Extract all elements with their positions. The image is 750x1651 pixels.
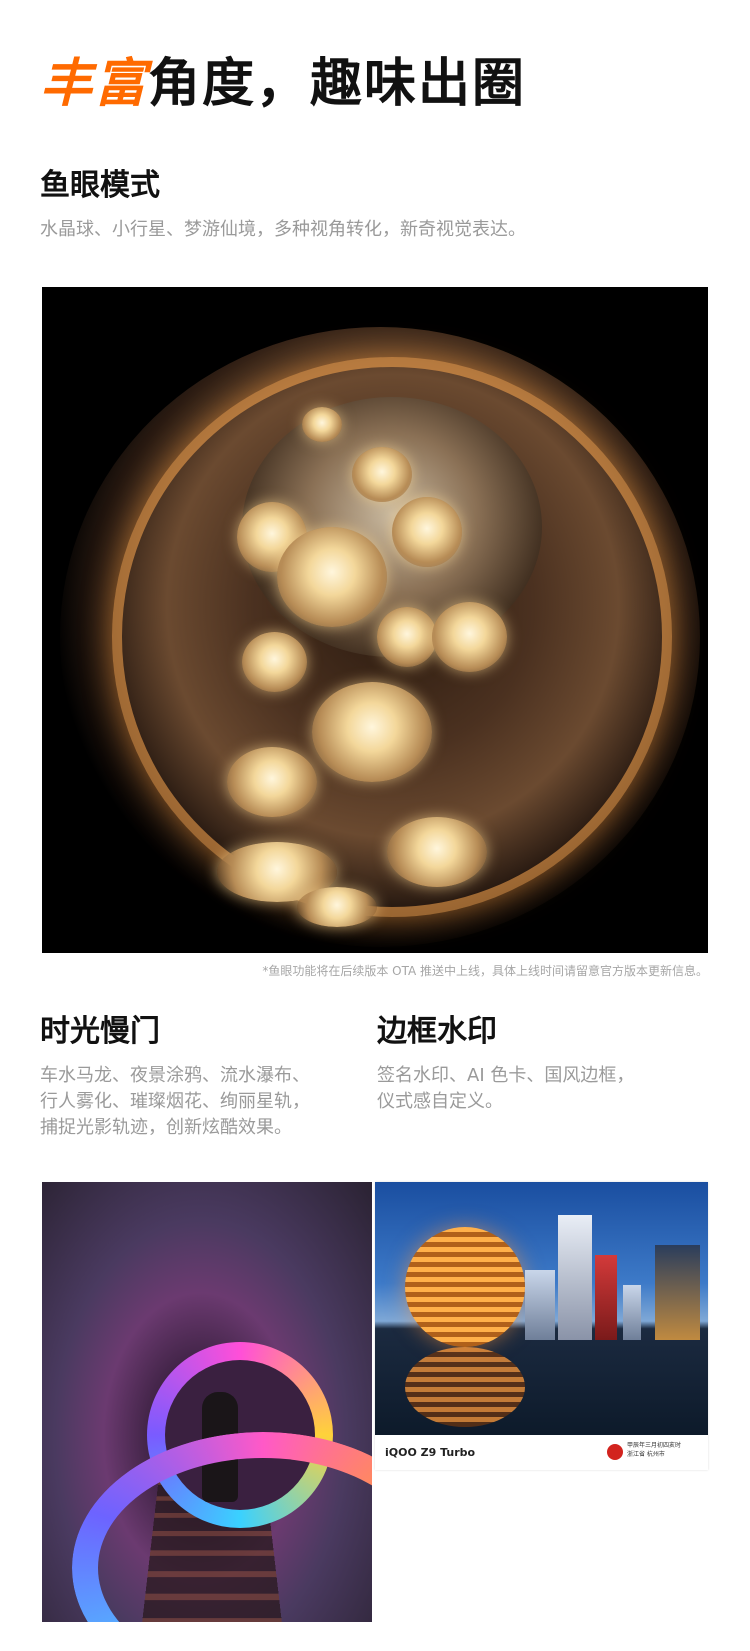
chandelier-lamp bbox=[242, 632, 307, 692]
chandelier-lamp bbox=[352, 447, 412, 502]
headline-rest: 角度，趣味出圈 bbox=[148, 54, 527, 114]
watermark-desc: 签名水印、AI 色卡、国风边框， 仪式感自定义。 bbox=[377, 1063, 634, 1115]
watermark-bar: iQOO Z9 Turbo 甲辰年三月初四亥时 浙江省 杭州市 bbox=[375, 1435, 708, 1470]
phone-brand-label: iQOO Z9 Turbo bbox=[385, 1446, 476, 1459]
watermark-desc-line: 签名水印、AI 色卡、国风边框， bbox=[377, 1065, 635, 1086]
city-night-scene bbox=[375, 1182, 708, 1435]
chandelier-lamp bbox=[432, 602, 507, 672]
skyscraper bbox=[595, 1255, 617, 1340]
watermark-info: 甲辰年三月初四亥时 浙江省 杭州市 bbox=[627, 1441, 681, 1459]
light-trail-arc bbox=[72, 1432, 372, 1622]
red-seal-icon bbox=[607, 1444, 623, 1460]
fisheye-footnote: *鱼眼功能将在后续版本 OTA 推送中上线，具体上线时间请留意官方版本更新信息。 bbox=[262, 964, 708, 978]
page-headline: 丰富角度，趣味出圈 bbox=[40, 52, 526, 116]
headline-accent: 丰富 bbox=[40, 54, 149, 114]
skyscraper bbox=[525, 1270, 555, 1340]
long-exposure-desc: 车水马龙、夜景涂鸦、流水瀑布、 行人雾化、璀璨烟花、绚丽星轨， 捕捉光影轨迹，创… bbox=[40, 1063, 310, 1141]
fisheye-desc: 水晶球、小行星、梦游仙境，多种视角转化，新奇视觉表达。 bbox=[40, 219, 526, 240]
golden-sphere-building bbox=[405, 1227, 525, 1347]
watermark-desc-line: 仪式感自定义。 bbox=[377, 1091, 503, 1112]
chandelier-lamp bbox=[297, 887, 377, 927]
chandelier-lamp bbox=[312, 682, 432, 782]
long-exposure-title: 时光慢门 bbox=[40, 1014, 160, 1049]
watermark-info-line: 浙江省 杭州市 bbox=[627, 1451, 665, 1458]
skyscraper bbox=[558, 1215, 592, 1340]
sphere-reflection bbox=[405, 1347, 525, 1427]
long-exposure-desc-line: 车水马龙、夜景涂鸦、流水瀑布、 bbox=[40, 1065, 310, 1086]
skyscraper bbox=[623, 1285, 641, 1340]
chandelier-lamp bbox=[302, 407, 342, 442]
long-exposure-desc-line: 行人雾化、璀璨烟花、绚丽星轨， bbox=[40, 1091, 310, 1112]
skyscraper bbox=[655, 1245, 700, 1340]
chandelier-lamp bbox=[392, 497, 462, 567]
long-exposure-desc-line: 捕捉光影轨迹，创新炫酷效果。 bbox=[40, 1117, 292, 1138]
fisheye-title: 鱼眼模式 bbox=[40, 168, 160, 203]
watermark-info-line: 甲辰年三月初四亥时 bbox=[627, 1442, 682, 1449]
chandelier-lamp bbox=[227, 747, 317, 817]
chandelier-lamp bbox=[277, 527, 387, 627]
chandelier-lamp bbox=[377, 607, 437, 667]
watermark-photo: iQOO Z9 Turbo 甲辰年三月初四亥时 浙江省 杭州市 bbox=[375, 1182, 708, 1470]
chandelier-lamp bbox=[387, 817, 487, 887]
fisheye-photo bbox=[42, 287, 708, 953]
watermark-title: 边框水印 bbox=[377, 1014, 497, 1049]
light-painting-photo bbox=[42, 1182, 372, 1622]
